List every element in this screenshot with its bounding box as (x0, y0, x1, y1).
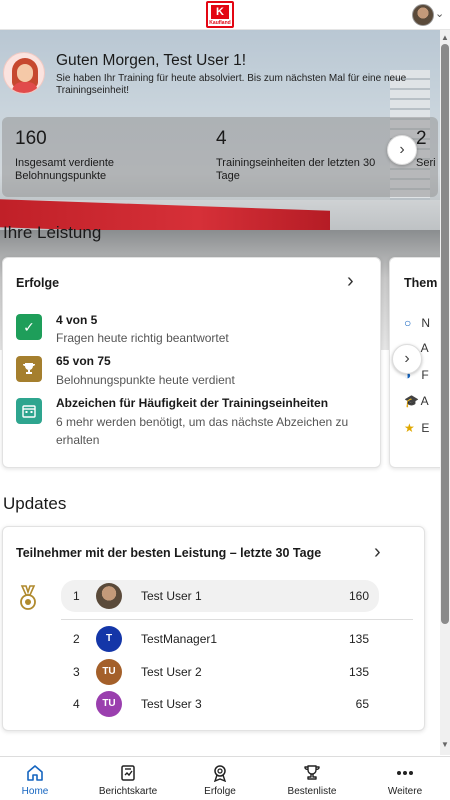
bottom-navigation: Home Berichtskarte Erfolge Bestenliste W… (0, 756, 450, 800)
avatar: TU (96, 691, 122, 717)
nav-label: Home (21, 786, 49, 797)
nav-label: Erfolge (204, 786, 236, 797)
leaderboard-row[interactable]: 4 TU Test User 3 65 (61, 688, 379, 720)
chevron-right-icon: › (404, 350, 410, 367)
nav-home[interactable]: Home (0, 757, 80, 800)
medal-icon (20, 585, 36, 610)
chevron-right-icon[interactable]: › (347, 270, 354, 293)
trophy-icon (16, 356, 42, 382)
achievement-title: 4 von 5 (56, 313, 98, 327)
greeting-subtitle: Sie haben Ihr Training für heute absolvi… (56, 73, 407, 96)
topic-row[interactable]: ★ E (404, 421, 429, 435)
greeting-title: Guten Morgen, Test User 1! (56, 52, 247, 69)
circle-icon: ○ (404, 316, 412, 330)
leaderboard-row[interactable]: 2 T TestManager1 135 (61, 623, 379, 655)
leaderboard-name: Test User 3 (141, 697, 202, 711)
user-avatar-button[interactable] (412, 4, 434, 26)
achievements-card[interactable]: Erfolge › ✓ 4 von 5 Fragen heute richtig… (2, 257, 381, 468)
leaderboard-trophy-icon (304, 765, 320, 780)
leaderboard-rank: 3 (73, 665, 80, 679)
nav-achievements[interactable]: Erfolge (175, 757, 265, 800)
stat-label: Insgesamt verdiente Belohnungspunkte (15, 157, 115, 182)
achievements-icon (213, 765, 227, 782)
achievement-subtitle: Belohnungspunkte heute verdient (56, 373, 235, 387)
topic-row[interactable]: ○ N (404, 316, 430, 330)
topics-card-title: Them (404, 276, 438, 290)
greeting-avatar (3, 52, 45, 94)
avatar (96, 583, 122, 609)
leaderboard-row[interactable]: 1 Test User 1 160 (61, 580, 379, 612)
leaderboard-rank: 1 (73, 589, 80, 603)
nav-label: Bestenliste (287, 786, 337, 797)
home-icon (27, 765, 43, 781)
updates-heading: Updates (3, 494, 67, 513)
graduation-cap-icon: 🎓 (404, 394, 419, 408)
stat-value: 160 (15, 128, 47, 149)
logo-wordmark: Kaufland (209, 20, 231, 26)
leaderboard-score: 135 (348, 665, 369, 679)
nav-leaderboard[interactable]: Bestenliste (267, 757, 357, 800)
stat-value: 2 (416, 128, 427, 149)
chevron-right-icon[interactable]: › (374, 541, 381, 564)
achievement-subtitle: Fragen heute richtig beantwortet (56, 331, 229, 345)
leaderboard-name: Test User 1 (141, 589, 202, 603)
performance-heading: Ihre Leistung (3, 223, 102, 242)
nav-label: Berichtskarte (98, 786, 158, 797)
achievement-title: 65 von 75 (56, 354, 111, 368)
check-icon: ✓ (16, 314, 42, 340)
achievement-subtitle: 6 mehr werden benötigt, um das nächste A… (56, 415, 349, 447)
stat-value: 4 (216, 128, 227, 149)
leaderboard-title: Teilnehmer mit der besten Leistung – let… (16, 546, 322, 560)
carousel-next-button[interactable]: › (392, 344, 422, 374)
calendar-icon (16, 398, 42, 424)
leaderboard-score: 135 (348, 632, 369, 646)
leaderboard-score: 160 (348, 589, 369, 603)
chevron-down-icon[interactable]: ⌄ (435, 7, 444, 20)
leaderboard-rank: 4 (73, 697, 80, 711)
achievements-card-title: Erfolge (16, 276, 60, 290)
achievement-title: Abzeichen für Häufigkeit der Trainingsei… (56, 396, 329, 410)
avatar: T (96, 626, 122, 652)
star-icon: ★ (404, 421, 415, 435)
more-icon (397, 771, 413, 775)
logo-letter: K (211, 5, 229, 19)
avatar: TU (96, 659, 122, 685)
stat-label: Trainingseinheiten der letzten 30 Tage (216, 157, 376, 182)
scroll-down-arrow-icon[interactable]: ▼ (441, 740, 449, 749)
report-card-icon (121, 765, 135, 781)
kaufland-logo[interactable]: K Kaufland (206, 1, 234, 28)
stats-next-button[interactable]: › (387, 135, 417, 165)
leaderboard-score: 65 (355, 697, 369, 711)
divider (61, 619, 413, 620)
topic-row[interactable]: 🎓 A (404, 394, 429, 408)
nav-report-card[interactable]: Berichtskarte (83, 757, 173, 800)
leaderboard-row[interactable]: 3 TU Test User 2 135 (61, 656, 379, 688)
leaderboard-rank: 2 (73, 632, 80, 646)
scrollbar-thumb[interactable] (441, 44, 449, 624)
leaderboard-name: TestManager1 (141, 632, 218, 646)
stats-carousel: 160 Insgesamt verdiente Belohnungspunkte… (2, 117, 438, 197)
top-bar: K Kaufland ⌄ (0, 0, 450, 30)
leaderboard-name: Test User 2 (141, 665, 202, 679)
nav-more[interactable]: Weitere (360, 757, 450, 800)
stat-label: Seri (416, 157, 436, 169)
nav-label: Weitere (387, 786, 423, 797)
chevron-right-icon: › (399, 141, 405, 158)
scroll-up-arrow-icon[interactable]: ▲ (441, 33, 449, 42)
leaderboard-card[interactable]: Teilnehmer mit der besten Leistung – let… (2, 526, 425, 731)
